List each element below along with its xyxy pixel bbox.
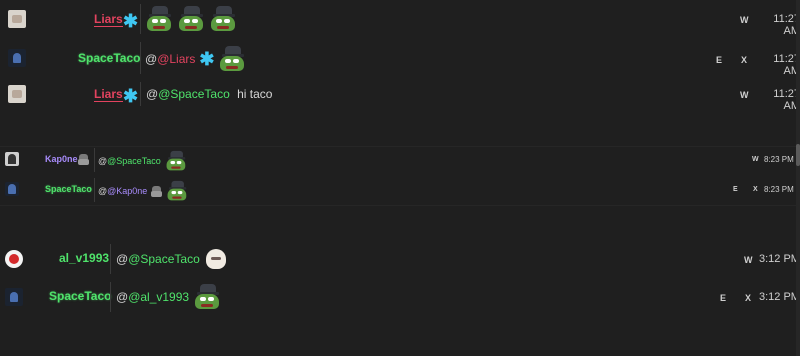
chat-row: al_v1993 @@SpaceTaco W 3:12 PM: [0, 244, 800, 274]
star-badge-icon: ✱: [123, 86, 139, 106]
timestamp: 3:12 PM: [759, 253, 800, 265]
username[interactable]: SpaceTaco: [45, 184, 92, 194]
star-badge-icon: ✱: [123, 11, 139, 31]
edit-button[interactable]: E: [720, 293, 726, 303]
message-content: @@Kap0ne: [98, 178, 194, 204]
timestamp: 11:27 AM: [773, 13, 800, 37]
message-content: @@SpaceTaco: [98, 148, 193, 174]
user-avatar[interactable]: [5, 288, 23, 306]
username[interactable]: SpaceTaco: [49, 289, 111, 303]
role-badge-icon: [151, 185, 163, 197]
star-badge-icon: ✱: [199, 49, 215, 69]
anime-emote-icon: [204, 247, 230, 271]
user-avatar[interactable]: [8, 85, 26, 103]
message-content: @@Liars ✱: [145, 46, 246, 72]
whisper-button[interactable]: W: [752, 156, 759, 163]
message-content: @@al_v1993: [116, 284, 221, 310]
delete-button[interactable]: X: [753, 186, 758, 193]
timestamp: 11:27 AM: [773, 88, 800, 112]
pepe-emote-icon: [218, 46, 246, 72]
user-avatar[interactable]: [5, 182, 19, 196]
mention[interactable]: @@SpaceTaco: [116, 252, 200, 266]
user-avatar[interactable]: [5, 250, 23, 268]
delete-button[interactable]: X: [741, 55, 747, 65]
timestamp: 8:23 PM: [764, 155, 794, 164]
chat-row: Liars ✱ W 11:27 AM: [0, 4, 800, 37]
mention[interactable]: @@SpaceTaco: [146, 87, 230, 101]
mention[interactable]: @@Liars: [145, 52, 195, 66]
role-badge-icon: [78, 154, 89, 165]
username[interactable]: Liars: [94, 87, 123, 102]
message-content: @@SpaceTaco: [116, 247, 230, 271]
delete-button[interactable]: X: [745, 293, 751, 303]
pepe-emote-icon: [177, 6, 205, 32]
chat-row: SpaceTaco @@al_v1993 E X 3:12 PM: [0, 282, 800, 312]
message-content: @@SpaceTaco hi taco: [146, 87, 272, 101]
chat-row: SpaceTaco @@Liars ✱ E X 11:27 AM: [0, 42, 800, 77]
mention[interactable]: @@SpaceTaco: [98, 156, 161, 166]
user-avatar[interactable]: [8, 49, 26, 67]
chat-row: SpaceTaco @@Kap0ne E X 8:23 PM: [0, 178, 800, 202]
whisper-button[interactable]: W: [744, 255, 753, 265]
message-content: [145, 6, 237, 32]
scrollbar-thumb[interactable]: [796, 144, 800, 166]
message-text: hi taco: [233, 87, 273, 101]
username[interactable]: Kap0ne: [45, 154, 78, 164]
mention[interactable]: @@al_v1993: [116, 290, 189, 304]
pepe-emote-icon: [209, 6, 237, 32]
mention[interactable]: @@Kap0ne: [98, 186, 147, 196]
edit-button[interactable]: E: [716, 55, 722, 65]
pepe-emote-icon: [166, 180, 188, 201]
pepe-emote-icon: [165, 150, 187, 171]
edit-button[interactable]: E: [733, 186, 738, 193]
pepe-emote-icon: [145, 6, 173, 32]
chat-row: Liars ✱ @@SpaceTaco hi taco W 11:27 AM: [0, 82, 800, 112]
chat-row: Kap0ne @@SpaceTaco W 8:23 PM: [0, 148, 800, 172]
scrollbar-track[interactable]: [796, 0, 800, 356]
timestamp: 11:27 AM: [773, 53, 800, 77]
user-avatar[interactable]: [8, 10, 26, 28]
timestamp: 3:12 PM: [759, 291, 800, 303]
username[interactable]: SpaceTaco: [78, 51, 140, 65]
whisper-button[interactable]: W: [740, 15, 749, 25]
pepe-emote-icon: [193, 284, 221, 310]
whisper-button[interactable]: W: [740, 90, 749, 100]
username[interactable]: Liars: [94, 12, 123, 27]
timestamp: 8:23 PM: [764, 185, 794, 194]
user-avatar[interactable]: [5, 152, 19, 166]
username[interactable]: al_v1993: [59, 251, 109, 265]
